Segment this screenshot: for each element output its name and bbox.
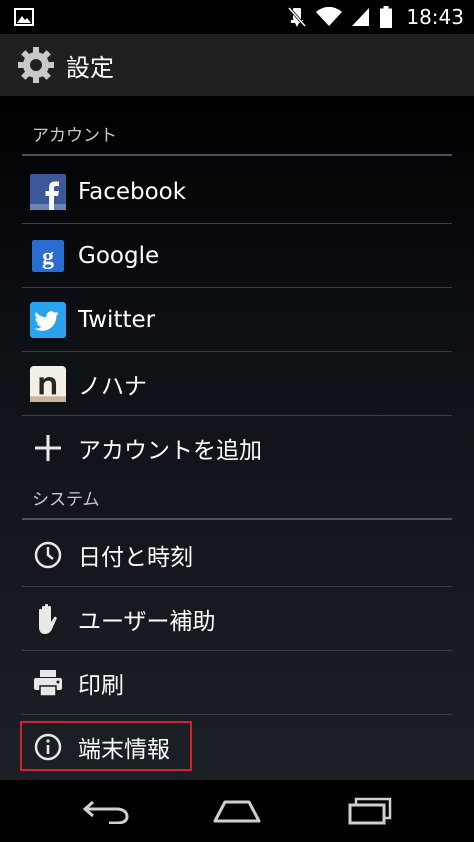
- gear-icon[interactable]: [16, 45, 56, 85]
- hand-icon: [30, 601, 66, 637]
- section-header-system: システム: [22, 486, 452, 520]
- settings-item-label: 日付と時刻: [78, 544, 193, 571]
- twitter-icon: [30, 301, 66, 338]
- settings-list: アカウント Facebook g Google Twitter ノハナ アカウン…: [0, 96, 474, 780]
- settings-item-date-time[interactable]: 日付と時刻: [22, 523, 452, 587]
- settings-item-google[interactable]: g Google: [22, 224, 452, 288]
- settings-item-nohana[interactable]: ノハナ: [22, 352, 452, 416]
- section-header-accounts: アカウント: [22, 122, 452, 156]
- nohana-icon: [30, 365, 66, 402]
- recents-button[interactable]: [340, 794, 400, 828]
- image-notification-icon: [14, 8, 34, 26]
- settings-item-label: Google: [78, 242, 160, 269]
- settings-item-add-account[interactable]: アカウントを追加: [22, 416, 452, 480]
- settings-item-label: Facebook: [78, 178, 187, 205]
- wifi-icon: [316, 7, 343, 26]
- recents-icon: [348, 797, 392, 825]
- status-time: 18:43: [406, 5, 464, 29]
- facebook-icon: [30, 173, 66, 210]
- android-settings-screen: 18:43 設定 アカウント Facebook g Google Twitter…: [0, 0, 474, 842]
- signal-icon: [352, 8, 370, 26]
- settings-item-facebook[interactable]: Facebook: [22, 160, 452, 224]
- home-icon: [213, 800, 261, 823]
- status-bar: 18:43: [0, 0, 474, 34]
- back-icon: [82, 800, 129, 824]
- home-button[interactable]: [207, 794, 267, 828]
- section-header-label: システム: [32, 490, 100, 510]
- plus-icon: [30, 430, 66, 466]
- svg-text:g: g: [42, 244, 54, 270]
- google-icon: g: [30, 238, 66, 274]
- back-button[interactable]: [76, 794, 136, 828]
- highlight-annotation-box: [20, 721, 192, 771]
- action-bar: 設定: [0, 34, 474, 96]
- navigation-bar: [0, 780, 474, 842]
- settings-item-label: アカウントを追加: [78, 438, 262, 464]
- settings-item-label: Twitter: [78, 306, 156, 333]
- settings-item-label: ユーザー補助: [78, 608, 216, 635]
- battery-icon: [380, 6, 393, 28]
- settings-item-accessibility[interactable]: ユーザー補助: [22, 587, 452, 651]
- page-title: 設定: [66, 53, 114, 82]
- status-icons: 18:43: [288, 0, 464, 34]
- printer-icon: [30, 665, 66, 701]
- settings-item-label: 印刷: [78, 672, 124, 699]
- clock-icon: [30, 537, 66, 573]
- settings-item-print[interactable]: 印刷: [22, 651, 452, 715]
- settings-item-twitter[interactable]: Twitter: [22, 288, 452, 352]
- settings-item-label: ノハナ: [78, 373, 147, 400]
- section-header-label: アカウント: [32, 126, 117, 146]
- mute-icon: [288, 7, 307, 27]
